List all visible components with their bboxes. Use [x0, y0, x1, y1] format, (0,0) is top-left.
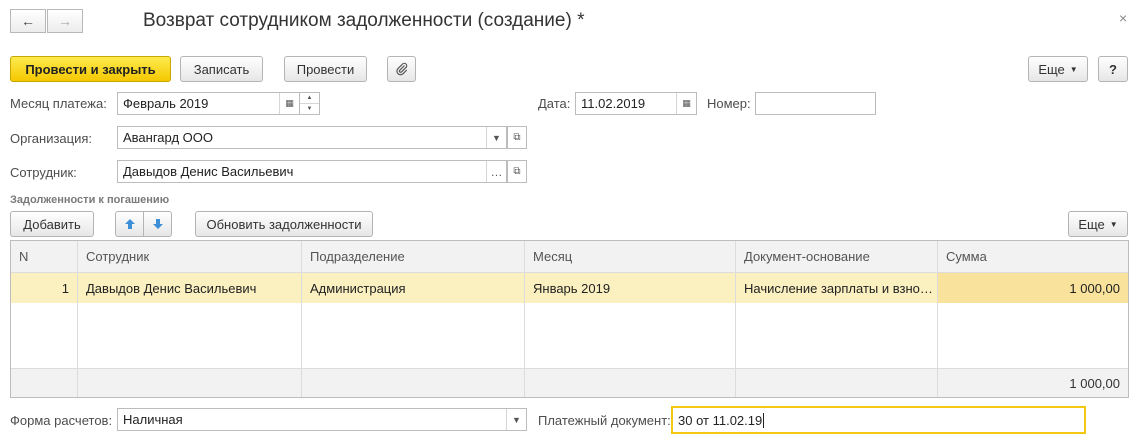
payment-document-label: Платежный документ: [538, 413, 671, 428]
back-button[interactable]: ← [10, 9, 46, 33]
payment-form-value: Наличная [123, 412, 183, 427]
payment-form-select[interactable]: Наличная ▼ [117, 408, 527, 431]
paperclip-icon [395, 62, 407, 76]
move-down-button[interactable] [143, 211, 172, 237]
select-ellipsis-icon[interactable]: … [486, 161, 506, 182]
help-button[interactable]: ? [1098, 56, 1128, 82]
calendar-icon[interactable]: ▦ [279, 93, 299, 114]
row-sum: 1 000,00 [938, 273, 1128, 303]
employee-input[interactable]: Давыдов Денис Васильевич … [117, 160, 507, 183]
empty-cell [938, 303, 1128, 368]
organization-input[interactable]: Авангард ООО ▼ [117, 126, 507, 149]
section-more-label: Еще [1078, 216, 1105, 232]
empty-cell [302, 303, 525, 368]
arrow-right-icon: → [58, 13, 72, 29]
footer-cell [11, 369, 78, 397]
post-and-close-button[interactable]: Провести и закрыть [10, 56, 171, 82]
organization-label: Организация: [10, 131, 93, 146]
row-employee: Давыдов Денис Васильевич [78, 273, 302, 303]
column-header[interactable]: Месяц [525, 241, 736, 272]
empty-cell [525, 303, 736, 368]
text-cursor [763, 412, 765, 428]
column-header[interactable]: Документ-основание [736, 241, 938, 272]
open-icon[interactable]: ⧉ [507, 160, 527, 183]
column-header[interactable]: Сумма [938, 241, 1128, 272]
payment-document-input[interactable]: 30 от 11.02.19 [671, 406, 1086, 434]
month-label: Месяц платежа: [10, 96, 107, 111]
calendar-icon[interactable]: ▦ [676, 93, 696, 114]
stepper-down-icon[interactable]: ▼ [300, 104, 319, 114]
arrow-left-icon: ← [21, 13, 35, 29]
payment-document-value: 30 от 11.02.19 [678, 412, 763, 428]
close-icon[interactable]: × [1119, 10, 1127, 26]
debts-table[interactable]: N Сотрудник Подразделение Месяц Документ… [10, 240, 1129, 398]
date-value: 11.02.2019 [581, 96, 646, 111]
total-sum: 1 000,00 [1069, 376, 1120, 391]
section-title: Задолженности к погашению [10, 194, 170, 206]
save-button[interactable]: Записать [180, 56, 263, 82]
empty-cell [11, 303, 78, 368]
number-input[interactable] [755, 92, 876, 115]
footer-cell [736, 369, 938, 397]
empty-cell [736, 303, 938, 368]
payment-form-label: Форма расчетов: [10, 413, 113, 428]
row-document: Начисление зарплаты и взно… [736, 273, 938, 303]
month-input[interactable]: Февраль 2019 ▦ [117, 92, 300, 115]
table-footer: 1 000,00 [11, 368, 1128, 397]
chevron-down-icon: ▼ [1109, 219, 1118, 229]
chevron-down-icon[interactable]: ▼ [506, 409, 526, 430]
row-month: Январь 2019 [525, 273, 736, 303]
date-label: Дата: [538, 96, 571, 111]
month-value: Февраль 2019 [123, 96, 209, 111]
row-department: Администрация [302, 273, 525, 303]
arrow-up-icon [124, 219, 135, 229]
table-header: N Сотрудник Подразделение Месяц Документ… [11, 241, 1128, 273]
table-empty-area [11, 303, 1128, 368]
more-button[interactable]: Еще ▼ [1028, 56, 1088, 82]
row-number: 1 [11, 273, 78, 303]
column-header[interactable]: Подразделение [302, 241, 525, 272]
footer-cell [302, 369, 525, 397]
more-label: Еще [1038, 61, 1065, 77]
number-label: Номер: [707, 96, 751, 111]
employee-value: Давыдов Денис Васильевич [123, 164, 294, 179]
organization-value: Авангард ООО [123, 130, 213, 145]
move-up-button[interactable] [115, 211, 144, 237]
empty-cell [78, 303, 302, 368]
employee-label: Сотрудник: [10, 165, 77, 180]
column-header[interactable]: Сотрудник [78, 241, 302, 272]
date-input[interactable]: 11.02.2019 ▦ [575, 92, 697, 115]
open-icon[interactable]: ⧉ [507, 126, 527, 149]
attach-button[interactable] [387, 56, 416, 82]
month-stepper[interactable]: ▲ ▼ [300, 92, 320, 115]
stepper-up-icon[interactable]: ▲ [300, 93, 319, 104]
chevron-down-icon[interactable]: ▼ [486, 127, 506, 148]
footer-cell [525, 369, 736, 397]
add-button[interactable]: Добавить [10, 211, 94, 237]
chevron-down-icon: ▼ [1069, 64, 1078, 74]
refresh-debts-button[interactable]: Обновить задолженности [195, 211, 373, 237]
page-title: Возврат сотрудником задолженности (созда… [143, 10, 585, 31]
post-button[interactable]: Провести [284, 56, 367, 82]
arrow-down-icon [152, 219, 163, 229]
footer-cell [78, 369, 302, 397]
column-header[interactable]: N [11, 241, 78, 272]
table-row[interactable]: 1 Давыдов Денис Васильевич Администрация… [11, 273, 1128, 303]
section-more-button[interactable]: Еще ▼ [1068, 211, 1128, 237]
forward-button[interactable]: → [47, 9, 83, 33]
